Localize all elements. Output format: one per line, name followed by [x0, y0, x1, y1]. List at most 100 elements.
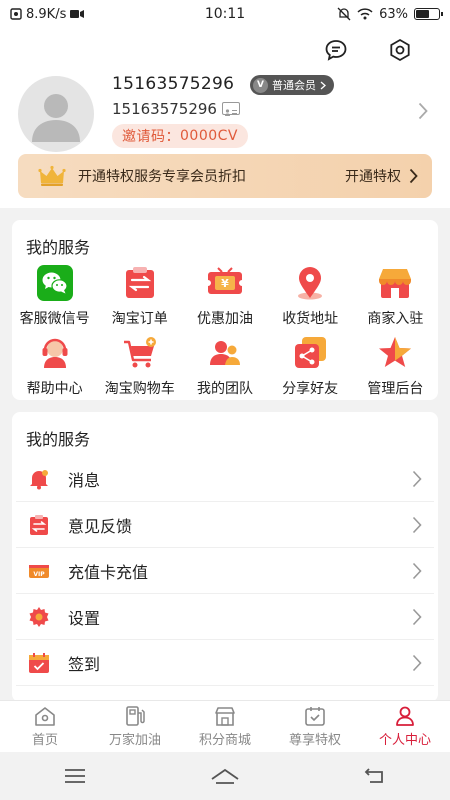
crown-icon	[38, 165, 66, 186]
profile-header: 15163575296 V 普通会员 15163575296 邀请码： 0000…	[0, 28, 450, 208]
service-share-friends[interactable]: 分享好友	[268, 334, 353, 398]
battery-icon	[414, 8, 443, 20]
user-name: 15163575296	[112, 74, 235, 94]
avatar[interactable]	[18, 76, 94, 152]
tab-privileges[interactable]: 尊享特权	[270, 701, 360, 752]
status-bar: 8.9K/s 10:11 63%	[0, 0, 450, 28]
service-merchant-join[interactable]: 商家入驻	[353, 264, 438, 328]
home-outline-icon	[211, 768, 239, 784]
settings-button[interactable]	[386, 36, 414, 64]
service-taobao-orders[interactable]: 淘宝订单	[97, 264, 182, 328]
fuel-icon	[126, 706, 145, 726]
wechat-icon	[36, 264, 74, 302]
tab-label: 首页	[31, 733, 58, 748]
vip-open-label: 开通特权	[345, 169, 401, 185]
service-label: 商家入驻	[367, 311, 424, 327]
service-wechat-support[interactable]: 客服微信号	[12, 264, 97, 328]
team-icon	[206, 334, 244, 372]
tab-profile[interactable]: 个人中心	[360, 701, 450, 752]
vip-card-icon: VIP	[28, 560, 50, 582]
menu-item-label: 充值卡充值	[68, 562, 149, 582]
chevron-right-icon	[409, 168, 418, 184]
mute-icon	[337, 7, 351, 21]
member-v-icon: V	[253, 77, 268, 93]
chevron-right-icon	[412, 516, 422, 533]
member-level-badge[interactable]: V 普通会员	[250, 75, 334, 95]
invite-code: 0000CV	[180, 128, 238, 144]
location-icon	[291, 264, 329, 302]
service-admin-backend[interactable]: 管理后台	[353, 334, 438, 398]
menu-item-label: 设置	[68, 608, 101, 628]
calendar-check-icon	[28, 652, 50, 674]
person-icon	[396, 706, 414, 726]
invite-label: 邀请码：	[122, 129, 180, 145]
system-nav-bar	[0, 752, 450, 800]
menu-item-settings[interactable]: 设置	[16, 594, 434, 640]
chevron-right-icon	[412, 470, 422, 487]
message-button[interactable]	[322, 36, 350, 64]
shop-icon	[376, 264, 414, 302]
tab-points-mall[interactable]: 积分商城	[180, 701, 270, 752]
svg-text:¥: ¥	[221, 277, 229, 290]
vip-open-button[interactable]: 开通特权	[345, 166, 418, 186]
menu-item-recharge-card[interactable]: VIP 充值卡充值	[16, 548, 434, 594]
service-label: 客服微信号	[19, 311, 90, 327]
chevron-right-icon	[320, 81, 326, 89]
order-icon	[121, 264, 159, 302]
tab-fuel[interactable]: 万家加油	[90, 701, 180, 752]
hamburger-icon	[65, 769, 85, 783]
menu-item-check-in[interactable]: 签到	[16, 640, 434, 686]
menu-nav-button[interactable]	[45, 756, 105, 796]
services-grid: 客服微信号 淘宝订单 ¥ 优惠加油 收货地址 商家入驻 帮助中心 淘宝购物车 我…	[12, 264, 438, 398]
service-fuel-discount[interactable]: ¥ 优惠加油	[182, 264, 267, 328]
headset-icon	[36, 334, 74, 372]
service-help-center[interactable]: 帮助中心	[12, 334, 97, 398]
service-label: 分享好友	[282, 381, 339, 397]
wifi-icon	[357, 8, 373, 20]
tab-home[interactable]: 首页	[0, 701, 90, 752]
bottom-tab-bar: 首页 万家加油 积分商城 尊享特权 个人中心	[0, 700, 450, 752]
user-phone: 15163575296	[112, 100, 217, 118]
id-card-icon	[222, 102, 240, 116]
service-label: 优惠加油	[196, 311, 253, 327]
chevron-right-icon	[412, 654, 422, 671]
service-label: 淘宝订单	[111, 311, 168, 327]
screenshot-icon	[10, 8, 22, 20]
menu-item-feedback[interactable]: 意见反馈	[16, 502, 434, 548]
gear-icon	[28, 606, 50, 628]
network-speed: 8.9K/s	[26, 6, 67, 22]
tab-label: 积分商城	[198, 733, 251, 748]
battery-fill	[416, 10, 430, 18]
vip-banner[interactable]: 开通特权服务专享会员折扣 开通特权	[18, 154, 432, 198]
cart-icon	[121, 334, 159, 372]
battery-percent: 63%	[379, 6, 408, 22]
service-shipping-address[interactable]: 收货地址	[268, 264, 353, 328]
menu-list: 消息 意见反馈 VIP 充值卡充值 设置 签到	[12, 456, 438, 686]
home-icon	[35, 707, 55, 726]
hexagon-settings-icon	[390, 38, 410, 62]
store-icon	[215, 707, 235, 726]
services-card: 我的服务 客服微信号 淘宝订单 ¥ 优惠加油 收货地址 商家入驻 帮助中心 淘宝…	[12, 220, 438, 400]
privilege-icon	[305, 707, 325, 726]
back-nav-button[interactable]	[345, 756, 405, 796]
service-my-team[interactable]: 我的团队	[182, 334, 267, 398]
menu-card: 我的服务 消息 意见反馈 VIP 充值卡充值 设置 签到	[12, 412, 438, 702]
share-icon	[291, 334, 329, 372]
tab-label: 尊享特权	[288, 733, 341, 748]
profile-chevron-right-icon[interactable]	[418, 102, 428, 124]
coupon-icon: ¥	[205, 264, 244, 302]
service-label: 管理后台	[367, 381, 424, 397]
services-title: 我的服务	[26, 238, 91, 257]
service-label: 我的团队	[196, 381, 253, 397]
menu-item-label: 消息	[68, 470, 101, 490]
bell-icon	[28, 468, 50, 490]
menu-title: 我的服务	[26, 430, 91, 449]
service-taobao-cart[interactable]: 淘宝购物车	[97, 334, 182, 398]
feedback-icon	[28, 514, 50, 536]
back-icon	[364, 768, 383, 783]
menu-item-messages[interactable]: 消息	[16, 456, 434, 502]
chevron-right-icon	[412, 608, 422, 625]
invite-code-badge[interactable]: 邀请码： 0000CV	[112, 124, 248, 148]
home-nav-button[interactable]	[195, 756, 255, 796]
service-label: 收货地址	[282, 311, 339, 327]
